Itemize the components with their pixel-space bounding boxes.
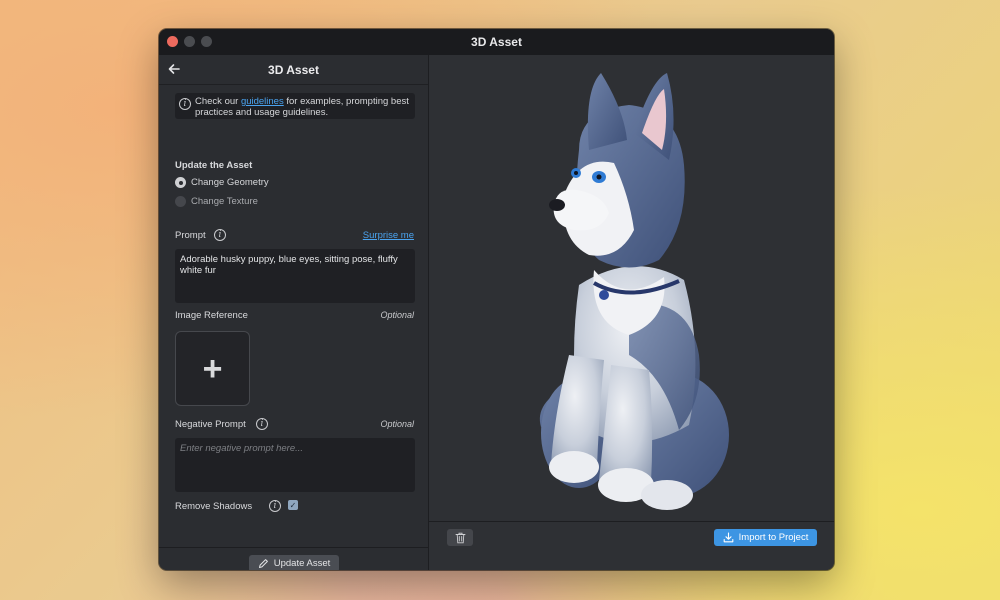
radio-selected-indicator[interactable]: [175, 177, 186, 188]
delete-button[interactable]: [447, 529, 473, 546]
model-viewport[interactable]: [429, 55, 834, 521]
guidelines-text: Check our guidelines for examples, promp…: [195, 96, 411, 118]
prompt-info-icon[interactable]: i: [214, 229, 226, 241]
radio-unselected-indicator[interactable]: [175, 196, 186, 207]
guidelines-notice: i Check our guidelines for examples, pro…: [175, 93, 415, 119]
guidelines-link[interactable]: guidelines: [241, 96, 284, 107]
import-label: Import to Project: [738, 532, 809, 543]
remove-shadows-info-icon[interactable]: i: [269, 500, 281, 512]
radio-change-geometry[interactable]: Change Geometry: [175, 177, 269, 188]
radio-change-texture[interactable]: Change Texture: [175, 196, 258, 207]
minimize-window-button[interactable]: [184, 36, 195, 47]
negative-prompt-label: Negative Prompt: [175, 419, 246, 430]
update-asset-button[interactable]: Update Asset: [249, 555, 339, 570]
negative-prompt-optional: Optional: [380, 419, 414, 429]
image-reference-optional: Optional: [380, 310, 414, 320]
prompt-label: Prompt: [175, 230, 206, 241]
update-asset-heading: Update the Asset: [175, 160, 253, 171]
import-to-project-button[interactable]: Import to Project: [714, 529, 817, 546]
download-icon: [723, 532, 733, 543]
trash-icon: [455, 532, 465, 543]
remove-shadows-checkbox[interactable]: ✓: [288, 500, 298, 510]
panel-title: 3D Asset: [268, 62, 319, 77]
title-bar: 3D Asset: [159, 29, 834, 55]
footer-divider: [429, 521, 834, 522]
footer-divider: [159, 547, 429, 548]
radio-label: Change Texture: [191, 196, 258, 207]
update-asset-label: Update Asset: [273, 558, 331, 569]
radio-label: Change Geometry: [191, 177, 269, 188]
surprise-me-link[interactable]: Surprise me: [363, 230, 414, 241]
window-title: 3D Asset: [471, 35, 522, 49]
app-window: 3D Asset 3D Asset i Check our guidelines…: [159, 29, 834, 570]
close-window-button[interactable]: [167, 36, 178, 47]
pencil-icon: [258, 559, 268, 568]
settings-panel: 3D Asset i Check our guidelines for exam…: [159, 55, 429, 570]
preview-panel: Import to Project: [429, 55, 834, 570]
zoom-window-button[interactable]: [201, 36, 212, 47]
negative-prompt-placeholder: Enter negative prompt here...: [180, 443, 304, 454]
arrow-left-icon[interactable]: [167, 62, 181, 76]
negative-prompt-info-icon[interactable]: i: [256, 418, 268, 430]
negative-prompt-textarea[interactable]: Enter negative prompt here...: [175, 438, 415, 492]
window-controls: [167, 36, 212, 47]
remove-shadows-label: Remove Shadows: [175, 501, 253, 512]
prompt-textarea[interactable]: Adorable husky puppy, blue eyes, sitting…: [175, 249, 415, 303]
image-upload-button[interactable]: +: [175, 331, 250, 406]
image-reference-label: Image Reference: [175, 310, 248, 321]
info-icon: i: [179, 98, 191, 110]
plus-icon: +: [202, 349, 223, 388]
husky-model: [539, 73, 729, 510]
panel-header: 3D Asset: [159, 55, 428, 85]
guidelines-prefix: Check our: [195, 96, 241, 107]
